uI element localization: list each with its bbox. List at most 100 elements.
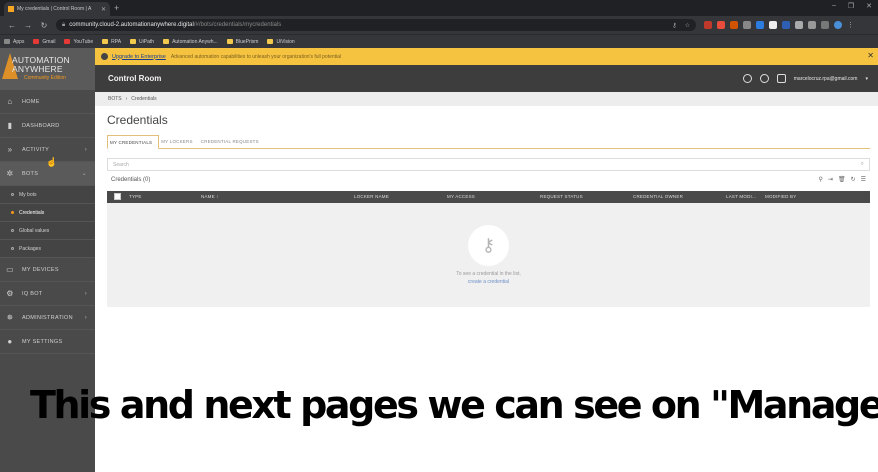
devices-icon: ▭	[6, 265, 14, 274]
radio-dot-icon	[11, 211, 14, 214]
new-tab-icon[interactable]: +	[114, 2, 119, 14]
column-header-type[interactable]: TYPE	[129, 194, 142, 199]
extension-icon[interactable]	[717, 21, 725, 29]
sidebar-subitem-packages[interactable]: Packages	[0, 240, 95, 258]
sidebar-item-iq-bot[interactable]: ⚙ IQ BOT ›	[0, 282, 95, 306]
search-placeholder: Search	[113, 161, 129, 168]
tab-my-lockers[interactable]: MY LOCKERS	[159, 135, 198, 148]
close-window-icon[interactable]: ✕	[866, 2, 872, 10]
video-caption: This and next pages we can see on "Manag…	[30, 383, 878, 427]
app-title: Control Room	[108, 74, 162, 83]
help-icon[interactable]	[742, 74, 752, 83]
extension-icon[interactable]	[808, 21, 816, 29]
extension-icon[interactable]	[769, 21, 777, 29]
sidebar-subitem-my-bots[interactable]: My bots	[0, 186, 95, 204]
sidebar-subitem-global-values[interactable]: Global values	[0, 222, 95, 240]
columns-icon[interactable]: ☰	[861, 176, 866, 183]
back-icon[interactable]: ←	[8, 21, 16, 30]
export-icon[interactable]: ⇥	[828, 176, 833, 183]
browser-tabbar: My credentials | Control Room | A ✕ + – …	[0, 0, 878, 16]
globe-icon[interactable]	[759, 74, 769, 83]
forward-icon[interactable]: →	[24, 21, 32, 30]
bookmark[interactable]: Apps	[4, 39, 24, 45]
tab-my-credentials[interactable]: MY CREDENTIALS	[107, 135, 160, 149]
column-header-name[interactable]: NAME ↑	[201, 194, 219, 199]
key-icon[interactable]: ⚷	[672, 22, 676, 29]
radio-dot-icon	[11, 229, 14, 232]
bookmark[interactable]: RPA	[102, 39, 121, 45]
page-title: Credentials	[107, 113, 168, 127]
sidebar-item-label: HOME	[22, 98, 40, 105]
search-icon[interactable]: ⌕	[861, 161, 864, 168]
extension-icon[interactable]	[704, 21, 712, 29]
delete-icon[interactable]: 🗑︎	[838, 176, 846, 183]
sidebar-subitem-label: My bots	[19, 191, 37, 198]
maximize-icon[interactable]: ❐	[848, 2, 854, 10]
url-path: /#/bots/credentials/mycredentials	[193, 22, 282, 28]
chevron-down-icon[interactable]: ▾	[865, 76, 868, 82]
column-header-request-status[interactable]: REQUEST STATUS	[540, 194, 583, 199]
extension-icon[interactable]	[756, 21, 764, 29]
bookmark[interactable]: YouTube	[64, 39, 93, 45]
table-empty-state: ⚷ To see a credential in the list, creat…	[107, 203, 870, 307]
iqbot-icon: ⚙	[6, 289, 14, 298]
table-tools: ⚲ ⇥ 🗑︎ ↻ ☰	[819, 176, 866, 183]
window-controls: – ❐ ✕	[832, 2, 872, 10]
column-header-my-access[interactable]: MY ACCESS	[447, 194, 475, 199]
extension-icon[interactable]	[730, 21, 738, 29]
filter-user-icon[interactable]: ⚲	[819, 176, 823, 183]
profile-avatar[interactable]	[834, 21, 842, 29]
reload-icon[interactable]: ↻	[40, 21, 48, 30]
select-all-checkbox[interactable]	[114, 193, 121, 200]
sidebar-item-my-settings[interactable]: ● MY SETTINGS	[0, 330, 95, 354]
mouse-cursor-icon: ☝	[46, 157, 58, 167]
search-input[interactable]: Search ⌕	[107, 158, 870, 171]
radio-dot-icon	[11, 193, 14, 196]
upgrade-link[interactable]: Upgrade to Enterprise	[112, 54, 166, 60]
bookmark[interactable]: UiPath	[130, 39, 154, 45]
bookmark[interactable]: BluePrism	[226, 39, 258, 45]
breadcrumb: BOTS › Credentials	[95, 92, 878, 106]
minimize-icon[interactable]: –	[832, 2, 836, 10]
bookmark[interactable]: Gmail	[33, 39, 55, 45]
menu-icon[interactable]: ⋮	[847, 21, 854, 29]
sidebar-item-dashboard[interactable]: ▮ DASHBOARD	[0, 114, 95, 138]
extension-icon[interactable]	[743, 21, 751, 29]
extension-icon[interactable]	[782, 21, 790, 29]
user-menu[interactable]: marcelocruz.rpa@gmail.com	[794, 76, 858, 82]
extensions: ⋮	[704, 21, 854, 29]
breadcrumb-root[interactable]: BOTS	[108, 96, 122, 102]
column-header-locker-name[interactable]: LOCKER NAME	[354, 194, 389, 199]
column-header-last-modified[interactable]: LAST MODI...	[726, 194, 756, 199]
create-credential-link[interactable]: create a credential	[107, 279, 870, 285]
chevron-right-icon: ›	[84, 146, 87, 153]
column-header-credential-owner[interactable]: CREDENTIAL OWNER	[633, 194, 683, 199]
dashboard-icon: ▮	[7, 121, 13, 130]
sidebar-item-label: IQ BOT	[22, 290, 43, 297]
home-icon: ⌂	[7, 97, 13, 106]
bookmark[interactable]: Automation Anywh...	[163, 39, 218, 45]
tab-title: My credentials | Control Room | A	[17, 6, 92, 12]
notification-icon[interactable]	[776, 74, 786, 83]
sidebar-subitem-credentials[interactable]: Credentials	[0, 204, 95, 222]
browser-tab[interactable]: My credentials | Control Room | A ✕	[4, 2, 110, 16]
close-icon[interactable]: ✕	[867, 51, 874, 60]
refresh-icon[interactable]: ↻	[851, 176, 856, 183]
tab-credential-requests[interactable]: CREDENTIAL REQUESTS	[199, 135, 265, 148]
sidebar-subitem-label: Global values	[19, 227, 50, 234]
bots-icon: ✲	[6, 169, 14, 178]
tabs: MY CREDENTIALS MY LOCKERS CREDENTIAL REQ…	[107, 135, 870, 149]
sidebar-item-home[interactable]: ⌂ HOME	[0, 90, 95, 114]
column-header-modified-by[interactable]: MODIFIED BY	[765, 194, 796, 199]
star-icon[interactable]: ☆	[685, 22, 690, 29]
puzzle-icon[interactable]	[821, 21, 829, 29]
sidebar-item-label: MY SETTINGS	[22, 338, 63, 345]
bookmark[interactable]: UiVision	[267, 39, 295, 45]
extension-icon[interactable]	[795, 21, 803, 29]
brand-logo[interactable]: AUTOMATION ANYWHERE Community Edition	[0, 48, 95, 90]
url-bar[interactable]: 🔒︎ community.cloud-2.automationanywhere.…	[56, 19, 696, 31]
tab-close-icon[interactable]: ✕	[101, 6, 106, 13]
sidebar-item-my-devices[interactable]: ▭ MY DEVICES	[0, 258, 95, 282]
sidebar-item-administration[interactable]: ✵ ADMINISTRATION ›	[0, 306, 95, 330]
sidebar-item-label: ADMINISTRATION	[22, 314, 73, 321]
